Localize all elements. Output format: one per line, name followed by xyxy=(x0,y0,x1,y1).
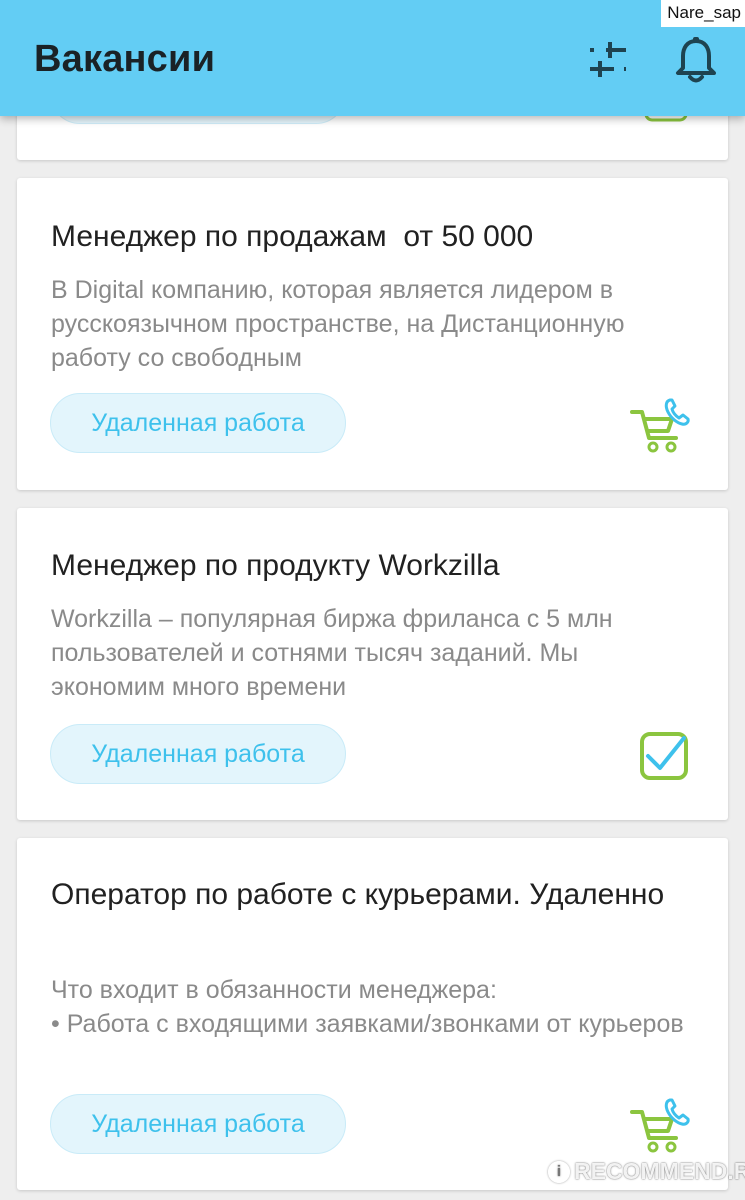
job-card[interactable]: Оператор по работе с курьерами. Удаленно… xyxy=(17,838,728,1190)
job-description: Что входит в обязанности менеджера: • Ра… xyxy=(51,976,684,1038)
watermark-badge: i xyxy=(548,1160,570,1183)
recommend-watermark: i RECOMMEND.RU xyxy=(548,1158,745,1185)
job-card[interactable]: Менеджер по продажам от 50 000 В Digital… xyxy=(17,178,728,490)
remote-work-tag[interactable]: Удаленная работа xyxy=(50,1094,346,1154)
job-description: Workzilla – популярная биржа фриланса с … xyxy=(51,605,613,701)
remote-work-tag[interactable]: Удаленная работа xyxy=(50,393,346,453)
job-title: Оператор по работе с курьерами. Удаленно xyxy=(51,878,665,911)
watermark-text: RECOMMEND.RU xyxy=(574,1158,745,1184)
cart-phone-icon xyxy=(630,398,690,453)
job-title: Менеджер по продукту Workzilla xyxy=(51,549,500,582)
bell-icon[interactable] xyxy=(674,36,718,84)
job-card[interactable]: Менеджер по продукту Workzilla Workzilla… xyxy=(17,508,728,820)
remote-work-tag[interactable]: Удаленная работа xyxy=(50,724,346,784)
job-description: В Digital компанию, которая является лид… xyxy=(51,276,625,372)
cart-phone-icon xyxy=(630,1098,690,1153)
app-header: Вакансии xyxy=(0,0,745,116)
job-title: Менеджер по продажам от 50 000 xyxy=(51,220,534,253)
checkbox-checked-icon xyxy=(640,732,688,780)
username-overlay: Nare_sap xyxy=(661,0,745,27)
page-title: Вакансии xyxy=(34,38,216,80)
sliders-icon[interactable] xyxy=(584,40,632,80)
